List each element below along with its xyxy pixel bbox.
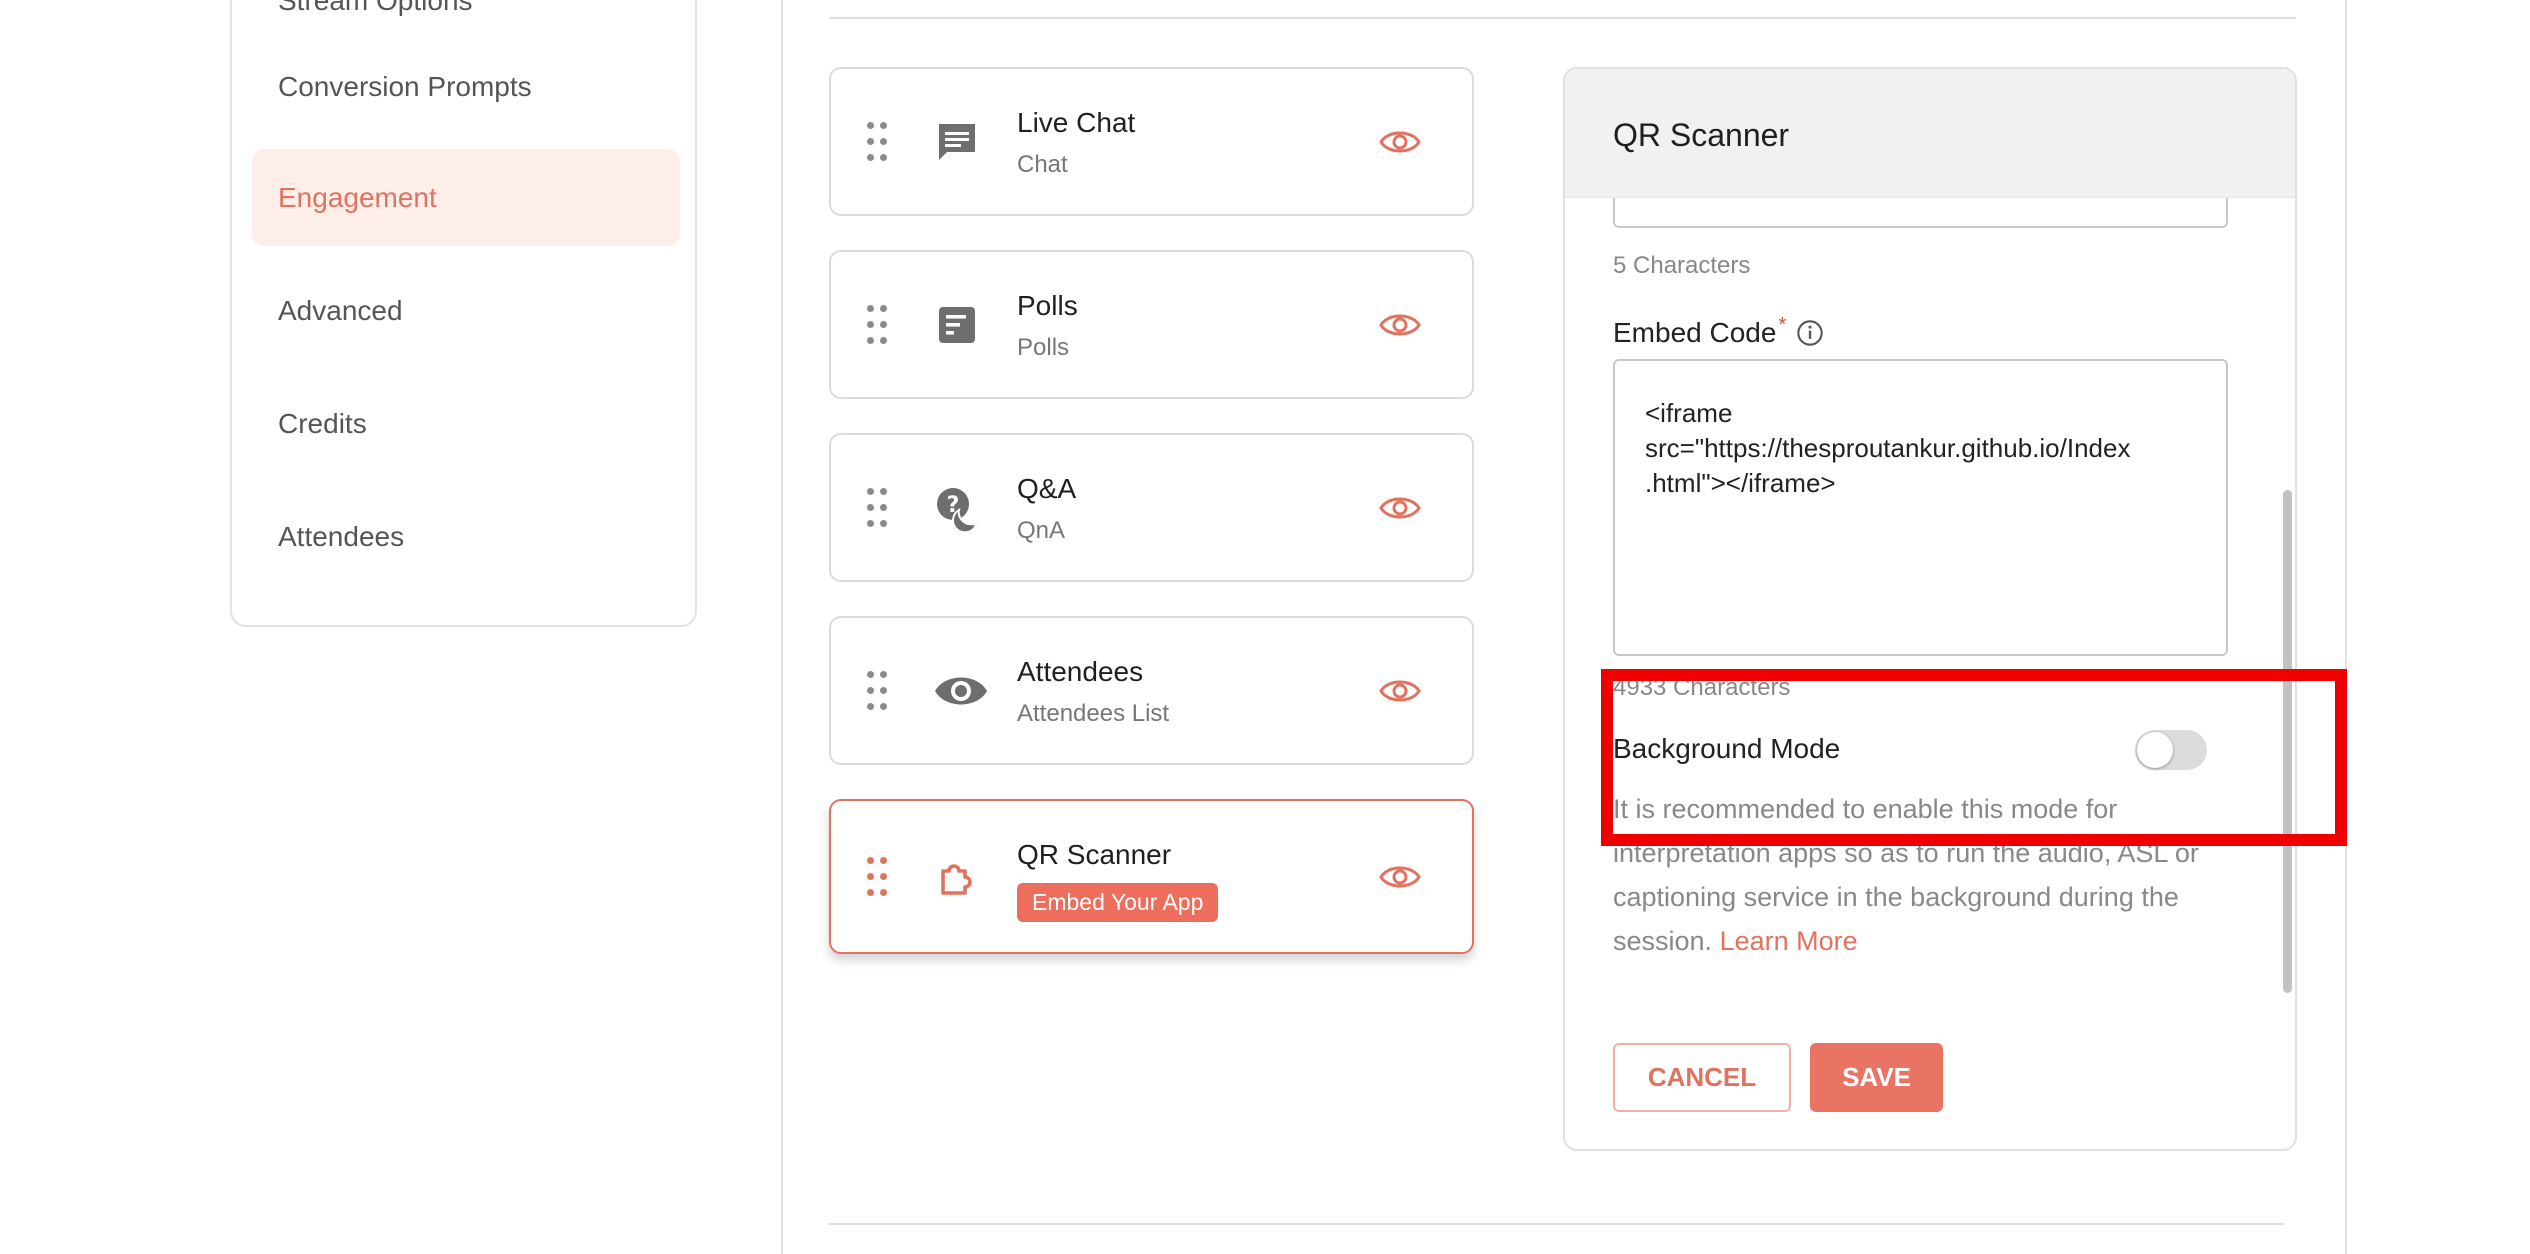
save-button[interactable]: SAVE [1810, 1043, 1943, 1112]
widget-card-polls[interactable]: Polls Polls [829, 250, 1474, 399]
widget-subtitle: Chat [1017, 151, 1068, 178]
drag-handle-icon[interactable] [867, 856, 887, 897]
embed-code-textarea[interactable]: <iframe src="https://thesproutankur.gith… [1613, 359, 2228, 656]
widget-subtitle: Polls [1017, 334, 1070, 361]
panel-title: QR Scanner [1613, 117, 1790, 153]
widget-name-input[interactable] [1613, 198, 2228, 228]
visibility-eye-icon[interactable] [1378, 493, 1422, 523]
widget-card-live-chat[interactable]: Live Chat Chat [829, 67, 1474, 216]
widget-card-qna[interactable]: ? Q&A QnA [829, 433, 1474, 582]
widget-title: QR Scanner [1017, 839, 1172, 870]
panel-scrollbar-thumb[interactable] [2283, 490, 2292, 993]
background-mode-label: Background Mode [1613, 733, 1841, 764]
drag-handle-icon[interactable] [867, 304, 887, 345]
sidebar-item-attendees[interactable]: Attendees [252, 488, 680, 585]
embed-app-badge: Embed Your App [1017, 883, 1219, 922]
description-text: It is recommended to enable this mode fo… [1613, 794, 2199, 956]
drag-handle-icon[interactable] [867, 121, 887, 162]
eye-icon [935, 677, 987, 704]
chat-icon [939, 123, 975, 160]
cancel-button[interactable]: CANCEL [1613, 1043, 1791, 1112]
name-character-count: 5 Characters [1613, 252, 1751, 279]
drag-handle-icon[interactable] [867, 670, 887, 711]
poll-icon [939, 306, 975, 343]
embed-code-label-text: Embed Code [1613, 317, 1777, 348]
divider [829, 17, 2296, 19]
visibility-eye-icon[interactable] [1378, 310, 1422, 340]
sidebar-item-credits[interactable]: Credits [252, 375, 680, 472]
required-asterisk: * [1778, 313, 1787, 336]
widget-subtitle: QnA [1017, 517, 1066, 544]
sidebar-item-advanced[interactable]: Advanced [252, 262, 680, 359]
divider [829, 1223, 2284, 1225]
sidebar-item-conversion-prompts[interactable]: Conversion Prompts [252, 38, 680, 135]
visibility-eye-icon[interactable] [1378, 862, 1422, 892]
qna-icon: ? [937, 487, 981, 532]
embed-code-label: Embed Code * [1613, 313, 1824, 349]
widget-title: Attendees [1017, 656, 1144, 687]
drag-handle-icon[interactable] [867, 487, 887, 528]
panel-header: QR Scanner [1565, 69, 2295, 198]
background-mode-toggle[interactable] [2135, 730, 2207, 770]
widget-settings-panel: QR Scanner 5 Characters Embed Code * <if… [1563, 67, 2297, 1151]
learn-more-link[interactable]: Learn More [1720, 926, 1858, 956]
widget-title: Q&A [1017, 473, 1077, 504]
toggle-knob [2137, 732, 2173, 768]
visibility-eye-icon[interactable] [1378, 127, 1422, 157]
visibility-eye-icon[interactable] [1378, 676, 1422, 706]
embed-character-count: 4933 Characters [1613, 674, 1791, 701]
widget-title: Polls [1017, 290, 1078, 321]
widget-card-attendees[interactable]: Attendees Attendees List [829, 616, 1474, 765]
sidebar-item-engagement[interactable]: Engagement [252, 149, 680, 246]
puzzle-icon [941, 863, 972, 895]
background-mode-description: It is recommended to enable this mode fo… [1613, 787, 2233, 963]
svg-text:?: ? [947, 493, 960, 518]
widget-card-qr-scanner[interactable]: QR Scanner Embed Your App [829, 799, 1474, 954]
info-icon[interactable] [1796, 319, 1824, 347]
settings-sidebar: Stream Options Conversion Prompts Engage… [230, 0, 697, 627]
widget-subtitle: Attendees List [1017, 700, 1170, 727]
widget-title: Live Chat [1017, 107, 1136, 138]
